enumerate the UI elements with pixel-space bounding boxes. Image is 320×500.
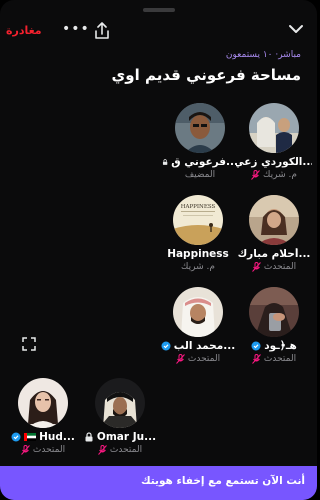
participant-name: محمد الب... — [173, 340, 236, 352]
participant-name-row: Omar Ju... — [82, 431, 158, 443]
participant-role-row: م. شريك — [160, 262, 236, 272]
participant-name-row: محمد الب... — [160, 340, 236, 352]
spaces-sheet: مغادرة ••• مباشر· ١٠ يستمعون مساحة فرعون… — [0, 0, 317, 500]
share-icon[interactable] — [94, 22, 110, 40]
live-status: مباشر· ١٠ يستمعون — [225, 50, 301, 60]
participant-name: Happiness — [167, 248, 229, 260]
mic-muted-icon — [176, 354, 185, 364]
avatar — [95, 378, 145, 428]
participant-role-row: المتحدث — [82, 445, 158, 455]
participant-name: Hud... — [39, 431, 75, 443]
participant-host[interactable]: فرعوني ق... المضيف — [162, 103, 238, 180]
participant-name-row: Happiness — [160, 248, 236, 260]
participant-speaker-3[interactable]: هـ﴿ـود المتحدث — [236, 287, 312, 364]
participant-speaker-4[interactable]: Hud... المتحدث — [5, 378, 81, 455]
mic-muted-icon — [251, 170, 260, 180]
avatar — [18, 378, 68, 428]
banner-text: أنت الآن تستمع مع إخفاء هويتك — [140, 475, 305, 487]
sheet-handle[interactable] — [143, 8, 175, 12]
participant-role-row: م. شريك — [236, 170, 312, 180]
participant-role-row: المتحدث — [236, 354, 312, 364]
participant-role: المضيف — [184, 170, 216, 180]
fullscreen-icon[interactable] — [22, 337, 36, 351]
avatar — [249, 195, 299, 245]
participant-name: الكوردي زعي... — [236, 156, 312, 168]
participant-role: المتحدث — [263, 262, 297, 272]
anonymous-listening-banner: أنت الآن تستمع مع إخفاء هويتك — [0, 466, 317, 500]
participant-role: المتحدث — [187, 354, 221, 364]
mic-muted-icon — [21, 445, 30, 455]
lock-icon — [162, 159, 168, 165]
participant-role-row: المضيف — [162, 170, 238, 180]
participant-role: المتحدث — [263, 354, 297, 364]
participant-role: م. شريك — [181, 262, 215, 272]
participant-speaker-2[interactable]: محمد الب... المتحدث — [160, 287, 236, 364]
participant-name: هـ﴿ـود — [264, 340, 297, 352]
participant-role-row: المتحدث — [160, 354, 236, 364]
participant-role: المتحدث — [109, 445, 143, 455]
lock-icon — [85, 432, 93, 442]
participant-name: أحلام مبارك... — [237, 248, 311, 260]
verified-badge-icon — [251, 341, 261, 351]
space-title: مساحة فرعوني قديم اوي — [111, 66, 301, 84]
verified-badge-icon — [11, 432, 21, 442]
participant-cohost-1[interactable]: الكوردي زعي... م. شريك — [236, 103, 312, 180]
happiness-cover-text: HAPPINESS — [181, 204, 216, 210]
mic-muted-icon — [252, 354, 261, 364]
participant-name-row: هـ﴿ـود — [236, 340, 312, 352]
avatar — [175, 103, 225, 153]
participant-name-row: أحلام مبارك... — [236, 248, 312, 260]
participant-name: Omar Ju... — [96, 431, 157, 443]
participant-role-row: المتحدث — [5, 445, 81, 455]
avatar: HAPPINESS — [173, 195, 223, 245]
avatar — [173, 287, 223, 337]
top-bar: مغادرة ••• — [0, 18, 317, 46]
participant-speaker-1[interactable]: أحلام مبارك... المتحدث — [236, 195, 312, 272]
uae-flag-icon — [24, 433, 37, 441]
participant-name-row: Hud... — [5, 431, 81, 443]
participant-speaker-5[interactable]: Omar Ju... المتحدث — [82, 378, 158, 455]
verified-badge-icon — [161, 341, 171, 351]
participant-role-row: المتحدث — [236, 262, 312, 272]
participant-role: م. شريك — [263, 170, 297, 180]
more-horizontal-icon[interactable]: ••• — [62, 21, 90, 37]
mic-muted-icon — [98, 445, 107, 455]
participant-cohost-2[interactable]: HAPPINESS Happiness م. شريك — [160, 195, 236, 272]
participant-name: فرعوني ق... — [171, 156, 238, 168]
participant-name-row: فرعوني ق... — [162, 156, 238, 168]
avatar — [249, 103, 299, 153]
chevron-down-icon[interactable] — [287, 22, 305, 36]
leave-button[interactable]: مغادرة — [6, 24, 42, 37]
participant-name-row: الكوردي زعي... — [236, 156, 312, 168]
avatar — [249, 287, 299, 337]
mic-muted-icon — [252, 262, 261, 272]
participant-role: المتحدث — [32, 445, 66, 455]
